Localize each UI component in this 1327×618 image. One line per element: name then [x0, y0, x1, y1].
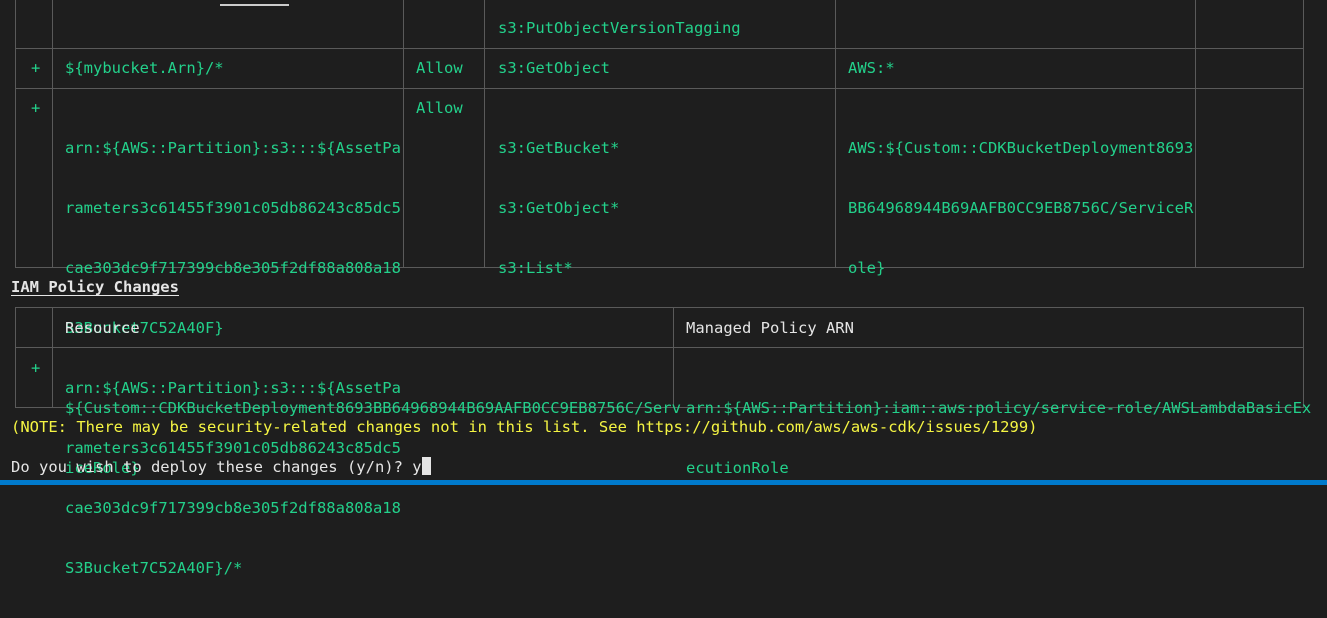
resource-line: cae303dc9f717399cb8e305f2df88a808a18: [65, 259, 401, 277]
prompt-answer[interactable]: y: [412, 458, 421, 476]
resource-line: arn:${AWS::Partition}:s3:::${AssetPa: [65, 139, 401, 157]
added-sign: +: [31, 359, 41, 377]
arn-line: ecutionRole: [686, 459, 789, 477]
resource-line: S3Bucket7C52A40F}/*: [65, 559, 243, 577]
principal-line: BB64968944B69AAFB0CC9EB8756C/ServiceR: [848, 199, 1194, 217]
column-header-managed-policy-arn: Managed Policy ARN: [686, 319, 854, 337]
status-bar: [0, 480, 1327, 485]
action-line: s3:List*: [498, 259, 573, 277]
principal-cell: AWS:${Custom::CDKBucketDeployment8693 BB…: [848, 98, 1193, 318]
managed-policy-arn-cell: arn:${AWS::Partition}:iam::aws:policy/se…: [686, 358, 1311, 518]
action-line: s3:GetBucket*: [498, 139, 620, 157]
action-cell: s3:GetBucket* s3:GetObject* s3:List*: [498, 98, 619, 318]
action-line: s3:GetObject*: [498, 199, 620, 217]
added-sign: +: [31, 59, 41, 77]
principal-line: AWS:${Custom::CDKBucketDeployment8693: [848, 139, 1194, 157]
action-cell: s3:PutObjectVersionTagging: [498, 19, 741, 37]
prompt-question: Do you wish to deploy these changes (y/n…: [11, 458, 413, 476]
iam-policy-changes-heading: IAM Policy Changes: [11, 278, 179, 296]
column-header-resource: Resource: [65, 319, 140, 337]
terminal-cursor: [421, 457, 431, 475]
resource-line: ${Custom::CDKBucketDeployment8693BB64968…: [65, 399, 681, 417]
principal-line: ole}: [848, 259, 886, 277]
added-sign: +: [31, 99, 41, 117]
principal-cell: AWS:*: [848, 59, 895, 77]
action-cell: s3:GetObject: [498, 59, 610, 77]
iam-policy-table: Resource Managed Policy ARN + ${Custom::…: [15, 307, 1311, 477]
effect-cell: Allow: [416, 99, 463, 117]
effect-cell: Allow: [416, 59, 463, 77]
security-note: (NOTE: There may be security-related cha…: [11, 418, 1038, 436]
arn-line: arn:${AWS::Partition}:iam::aws:policy/se…: [686, 399, 1312, 417]
resource-cell: ${Custom::CDKBucketDeployment8693BB64968…: [65, 358, 681, 518]
resource-line: rameters3c61455f3901c05db86243c85dc5: [65, 199, 401, 217]
statement-changes-table: s3:PutObjectVersionTagging + ${mybucket.…: [15, 0, 1304, 577]
resource-cell: ${mybucket.Arn}/*: [65, 59, 224, 77]
deploy-confirmation-prompt[interactable]: Do you wish to deploy these changes (y/n…: [11, 457, 431, 477]
